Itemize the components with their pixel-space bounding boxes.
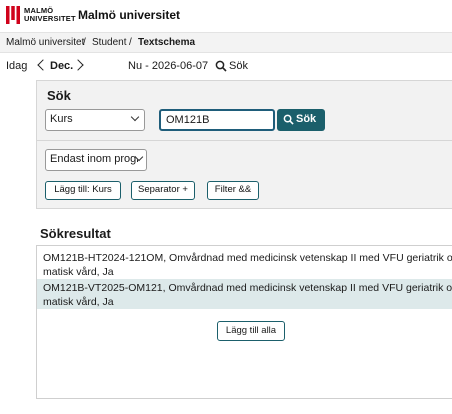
separator-button[interactable]: Separator +: [131, 181, 195, 200]
list-item[interactable]: OM121B-HT2024-121OM, Omvårdnad med medic…: [37, 249, 452, 279]
program-filter-select[interactable]: Endast inom progr: [45, 149, 147, 171]
search-type-select[interactable]: Kurs: [45, 109, 145, 131]
result-line1: OM121B-HT2024-121OM, Omvårdnad med medic…: [43, 252, 452, 264]
search-type-value: Kurs: [50, 113, 73, 125]
search-button-label: Sök: [296, 113, 317, 125]
chevron-left-icon[interactable]: [37, 59, 49, 71]
results-list: OM121B-HT2024-121OM, Omvårdnad med medic…: [36, 245, 452, 399]
chevron-right-icon[interactable]: [72, 59, 84, 71]
add-all-button[interactable]: Lägg till alla: [217, 321, 285, 341]
list-item[interactable]: OM121B-VT2025-OM121, Omvårdnad med medic…: [37, 279, 452, 309]
breadcrumb-separator: /: [129, 37, 132, 48]
filter-button[interactable]: Filter &&: [207, 181, 259, 200]
chevron-down-icon: [130, 112, 140, 122]
search-panel-title: Sök: [47, 88, 71, 103]
breadcrumb: Malmö universitet / Student / Textschema: [0, 32, 452, 53]
logo-line2: UNIVERSITET: [24, 14, 76, 23]
today-button[interactable]: Idag: [6, 60, 27, 72]
program-filter-value: Endast inom progr: [50, 153, 140, 165]
panel-divider: [37, 140, 452, 141]
university-logo-icon[interactable]: [6, 6, 20, 24]
result-line2: matisk vård, Ja: [43, 266, 114, 278]
site-title[interactable]: Malmö universitet: [78, 8, 180, 22]
breadcrumb-item-home[interactable]: Malmö universitet: [6, 37, 84, 48]
search-input[interactable]: OM121B: [159, 109, 275, 131]
search-icon: [283, 114, 294, 125]
search-panel: Sök Kurs OM121B Sök Endast inom progr Lä…: [36, 80, 452, 209]
add-course-button[interactable]: Lägg till: Kurs: [45, 181, 121, 200]
month-label: Dec.: [50, 60, 74, 72]
breadcrumb-item-current: Textschema: [138, 37, 196, 48]
result-line1: OM121B-VT2025-OM121, Omvårdnad med medic…: [43, 282, 452, 294]
now-date-button[interactable]: Nu - 2026-06-07: [128, 60, 208, 72]
top-header: MALMÖ UNIVERSITET Malmö universitet: [0, 0, 452, 32]
search-link[interactable]: Sök: [229, 60, 248, 72]
result-line2: matisk vård, Ja: [43, 296, 114, 308]
breadcrumb-item-student[interactable]: Student: [92, 37, 126, 48]
search-input-value: OM121B: [166, 114, 210, 126]
search-icon[interactable]: [215, 60, 227, 72]
breadcrumb-separator: /: [83, 37, 86, 48]
date-navigation: Idag Dec. Nu - 2026-06-07 Sök: [0, 56, 452, 78]
logo-wordmark: MALMÖ UNIVERSITET: [24, 7, 76, 23]
search-button[interactable]: Sök: [277, 109, 325, 131]
results-title: Sökresultat: [40, 226, 111, 241]
